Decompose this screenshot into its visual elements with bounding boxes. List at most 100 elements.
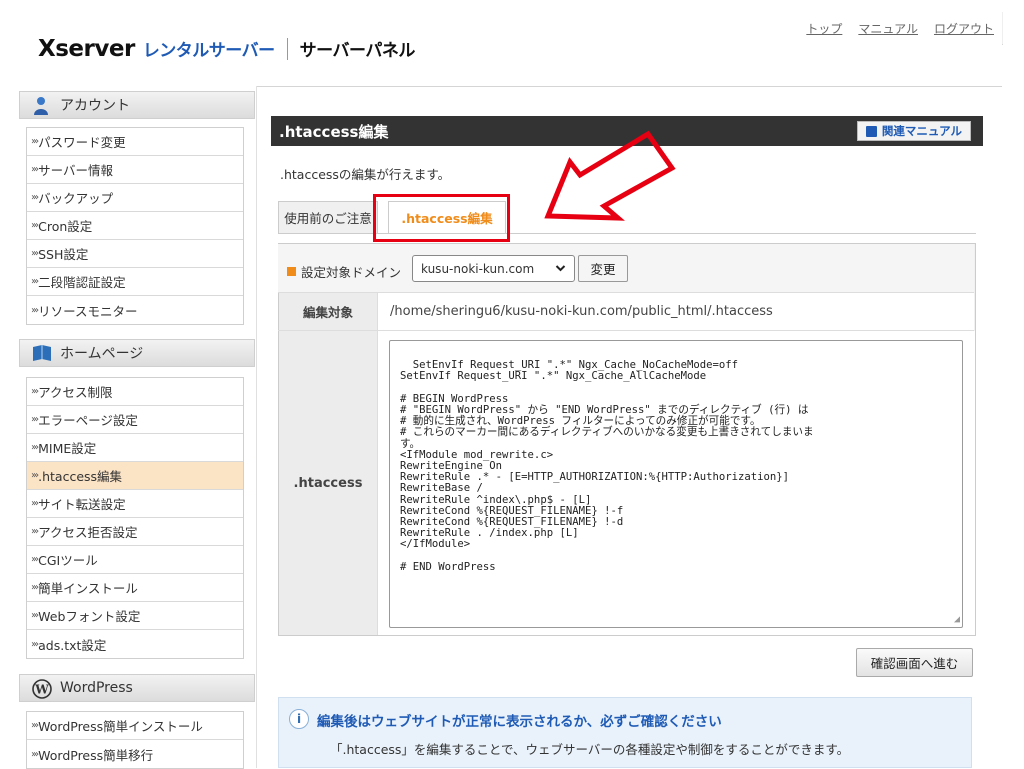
sidebar-section-title: アカウント — [60, 98, 130, 114]
sidebar-item-label: アクセス制限 — [38, 385, 113, 400]
related-manual-button[interactable]: 関連マニュアル — [856, 121, 971, 141]
sidebar-item[interactable]: ›» MIME設定 — [27, 434, 243, 462]
sidebar-item[interactable]: ›» .htaccess編集 — [27, 462, 243, 490]
chevron-right-icon: ›» — [31, 554, 39, 565]
sidebar-menu-wordpress: ›» WordPress簡単インストール ›» WordPress簡単移行 — [26, 711, 244, 769]
logo-rental-text: レンタルサーバー — [142, 41, 275, 61]
chevron-right-icon: ›» — [31, 386, 39, 397]
chevron-right-icon: ›» — [31, 248, 39, 259]
page-description: .htaccessの編集が行えます。 — [280, 167, 451, 182]
sidebar-item[interactable]: ›» サイト転送設定 — [27, 490, 243, 518]
sidebar-item[interactable]: ›» アクセス拒否設定 — [27, 518, 243, 546]
sidebar-section-title: ホームページ — [60, 346, 144, 362]
sidebar-item[interactable]: ›» 簡単インストール — [27, 574, 243, 602]
sidebar-item[interactable]: ›» エラーページ設定 — [27, 406, 243, 434]
target-path: /home/sheringu6/kusu-noki-kun.com/public… — [377, 293, 974, 330]
sidebar-item-label: サーバー情報 — [38, 163, 114, 178]
sidebar-item-label: リソースモニター — [38, 303, 138, 319]
chevron-right-icon: ›» — [31, 164, 39, 175]
sidebar-item-label: Cron設定 — [38, 219, 93, 234]
domain-label-text: 設定対象ドメイン — [301, 265, 402, 280]
sidebar-item[interactable]: ›» Cron設定 — [27, 212, 243, 240]
sidebar-item[interactable]: ›» WordPress簡単移行 — [27, 740, 243, 768]
sidebar-item-label: MIME設定 — [38, 441, 97, 456]
svg-text:W: W — [34, 683, 49, 697]
top-link-manual[interactable]: マニュアル — [858, 20, 918, 37]
sidebar-item-label: エラーページ設定 — [38, 413, 138, 428]
chevron-down-icon — [555, 261, 566, 278]
sidebar-item[interactable]: ›» パスワード変更 — [27, 128, 243, 156]
confirm-button[interactable]: 確認画面へ進む — [856, 648, 973, 677]
chevron-right-icon: ›» — [31, 414, 39, 425]
sidebar-item-label: 簡単インストール — [38, 581, 138, 596]
sidebar-item[interactable]: ›» ads.txt設定 — [27, 630, 243, 658]
logo-divider — [286, 38, 288, 60]
info-text: 「.htaccess」を編集することで、ウェブサーバーの各種設定や制御をすること… — [330, 742, 850, 757]
sidebar-item-label: サイト転送設定 — [38, 497, 126, 512]
domain-select[interactable]: kusu-noki-kun.com — [412, 255, 575, 282]
sidebar-item-label: CGIツール — [38, 553, 98, 568]
sidebar-item[interactable]: ›» SSH設定 — [27, 240, 243, 268]
highlight-box — [373, 194, 510, 242]
domain-label: 設定対象ドメイン — [287, 262, 401, 281]
top-link-logout[interactable]: ログアウト — [934, 20, 994, 37]
sidebar-menu-account: ›» パスワード変更 ›» サーバー情報 ›» バックアップ ›» Cron設定 ›» SSH設定… — [26, 127, 244, 325]
chevron-right-icon: ›» — [31, 610, 39, 621]
chevron-right-icon: ›» — [31, 220, 39, 231]
resize-grip-icon[interactable]: ◢ — [954, 614, 960, 625]
logo[interactable]: Xserver レンタルサーバー サーバーパネル — [38, 36, 415, 62]
chevron-right-icon: ›» — [31, 470, 39, 481]
chevron-right-icon: ›» — [31, 720, 39, 731]
change-button[interactable]: 変更 — [578, 255, 628, 282]
chevron-right-icon: ›» — [31, 304, 39, 316]
sidebar-menu-homepage: ›» アクセス制限 ›» エラーページ設定 ›» MIME設定 ›» .htaccess編集 ›… — [26, 377, 244, 659]
sidebar-item-label: .htaccess編集 — [38, 469, 123, 484]
sidebar-item[interactable]: ›» 二段階認証設定 — [27, 268, 243, 296]
sidebar-item-label: バックアップ — [38, 191, 114, 206]
domain-select-value: kusu-noki-kun.com — [421, 261, 535, 276]
page-title: .htaccess編集 — [279, 122, 389, 141]
logo-brand: Xserver — [38, 36, 135, 62]
chevron-right-icon: ›» — [31, 442, 39, 453]
sidebar-item[interactable]: ›» アクセス制限 — [27, 378, 243, 406]
sidebar-item-label: SSH設定 — [38, 247, 89, 262]
htaccess-label: .htaccess — [279, 331, 377, 635]
sidebar-item-label: WordPress簡単移行 — [38, 747, 154, 763]
sidebar-item-label: Webフォント設定 — [38, 609, 141, 624]
top-links: トップ マニュアル ログアウト — [806, 20, 994, 37]
sidebar-section-title: WordPress — [60, 680, 133, 696]
chevron-right-icon: ›» — [31, 526, 39, 537]
book-icon — [32, 344, 51, 362]
chevron-right-icon: ›» — [31, 498, 39, 509]
sidebar-item[interactable]: ›» バックアップ — [27, 184, 243, 212]
sidebar-item[interactable]: ›» リソースモニター — [27, 296, 243, 324]
related-manual-label: 関連マニュアル — [881, 124, 962, 138]
logo-panel-text: サーバーパネル — [299, 41, 416, 61]
sidebar-item-label: アクセス拒否設定 — [38, 525, 138, 540]
htaccess-editor-content: SetEnvIf Request_URI ".*" Ngx_Cache_NoCa… — [400, 359, 814, 573]
chevron-right-icon: ›» — [31, 638, 39, 650]
sidebar-item[interactable]: ›» サーバー情報 — [27, 156, 243, 184]
sidebar-item[interactable]: ›» CGIツール — [27, 546, 243, 574]
sidebar-item[interactable]: ›» Webフォント設定 — [27, 602, 243, 630]
sidebar-section-homepage[interactable]: ホームページ — [19, 339, 255, 367]
htaccess-editor[interactable]: SetEnvIf Request_URI ".*" Ngx_Cache_NoCa… — [389, 340, 963, 628]
chevron-right-icon: ›» — [31, 136, 39, 147]
manual-icon — [865, 125, 877, 137]
sidebar-item-label: パスワード変更 — [38, 135, 126, 150]
sidebar-item-label: 二段階認証設定 — [38, 275, 126, 290]
chevron-right-icon: ›» — [31, 748, 39, 760]
tab-precautions[interactable]: 使用前のご注意 — [278, 201, 378, 233]
sidebar-item-label: ads.txt設定 — [38, 637, 107, 653]
person-icon — [32, 96, 50, 115]
sidebar-section-wordpress[interactable]: W WordPress — [19, 674, 255, 702]
chevron-right-icon: ›» — [31, 192, 39, 203]
sidebar-section-account[interactable]: アカウント — [19, 91, 255, 119]
wordpress-icon: W — [32, 679, 52, 699]
info-icon: i — [289, 709, 309, 729]
info-title: 編集後はウェブサイトが正常に表示されるか、必ずご確認ください — [317, 714, 722, 730]
top-link-home[interactable]: トップ — [806, 20, 842, 37]
chevron-right-icon: ›» — [31, 276, 39, 287]
chevron-right-icon: ›» — [31, 582, 39, 593]
sidebar-item[interactable]: ›» WordPress簡単インストール — [27, 712, 243, 740]
